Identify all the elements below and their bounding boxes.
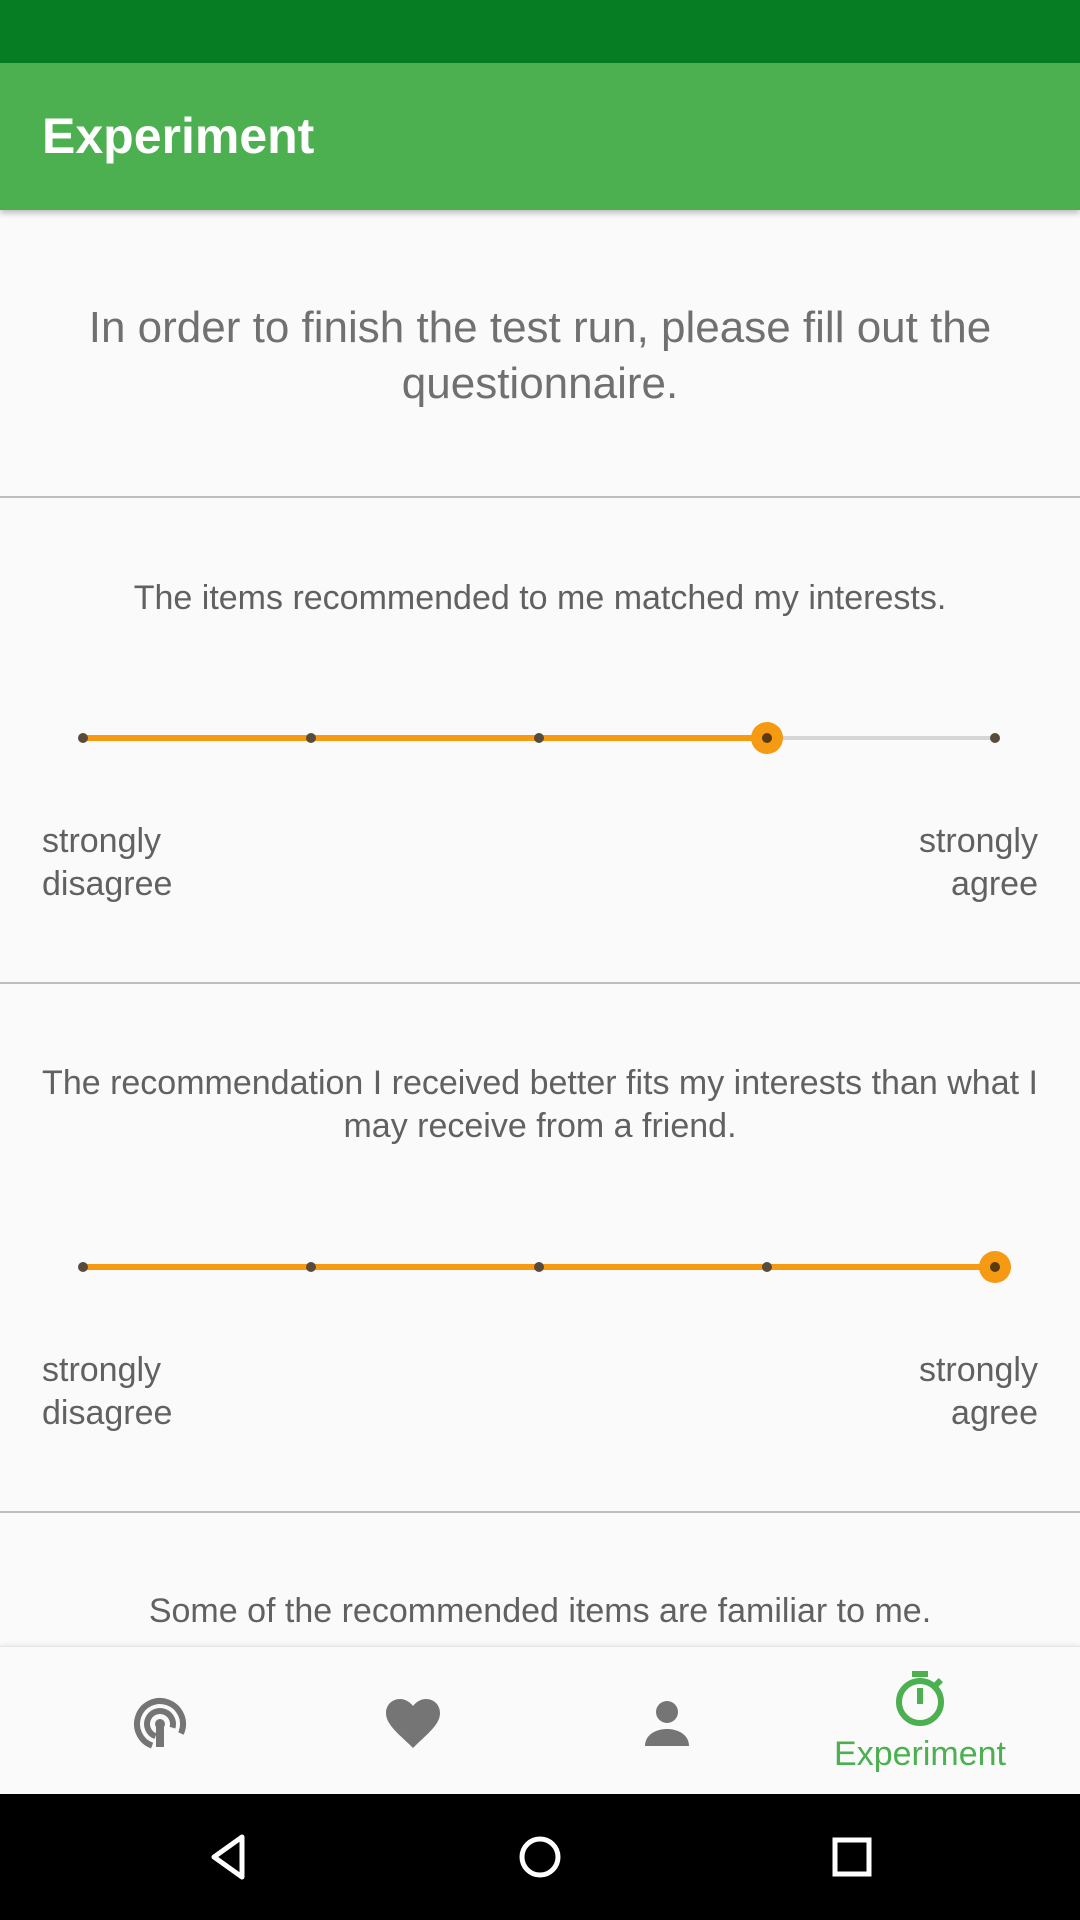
nav-item-experiment-label: Experiment [834, 1735, 1006, 1773]
back-icon[interactable] [198, 1827, 258, 1887]
stopwatch-icon [896, 1671, 944, 1726]
label-max-line-1: strongly [918, 1351, 1038, 1389]
question-2-label-min: strongly disagree [42, 1349, 342, 1435]
question-3-text: Some of the recommended items are famili… [148, 1592, 932, 1630]
divider [0, 1511, 1080, 1513]
questionnaire-scroll-area[interactable]: In order to finish the test run, please … [0, 210, 1080, 1646]
nav-item-experiment[interactable]: Experiment [785, 1647, 1055, 1795]
question-2-slider[interactable] [78, 1247, 1011, 1287]
recents-icon[interactable] [822, 1827, 882, 1887]
label-min-line-1: strongly [42, 822, 162, 860]
slider-step-1[interactable] [78, 733, 88, 743]
slider-step-3[interactable] [534, 733, 544, 743]
label-max-line-2: agree [951, 1394, 1038, 1432]
recommendations-signal-icon [134, 1698, 186, 1750]
slider-step-2[interactable] [306, 1262, 316, 1272]
slider-step-2[interactable] [306, 733, 316, 743]
slider-step-3[interactable] [534, 1262, 544, 1272]
app-bar: Experiment [0, 63, 1080, 210]
bottom-navigation: Experiment [0, 1646, 1080, 1794]
slider-track-fill [83, 735, 767, 741]
divider [0, 496, 1080, 498]
divider [0, 982, 1080, 984]
question-2-text: The recommendation I received better fit… [42, 1064, 1038, 1145]
question-1-label-min: strongly disagree [42, 820, 342, 906]
slider-step-1[interactable] [78, 1262, 88, 1272]
home-icon[interactable] [510, 1827, 570, 1887]
label-max-line-2: agree [951, 865, 1038, 903]
nav-item-recommendations[interactable] [25, 1647, 295, 1795]
question-1-text: The items recommended to me matched my i… [133, 579, 947, 617]
slider-thumb[interactable] [979, 1251, 1011, 1283]
nav-item-favorites[interactable] [278, 1647, 548, 1795]
person-icon [645, 1701, 689, 1746]
system-navigation-bar [0, 1794, 1080, 1920]
heart-icon [386, 1699, 440, 1748]
label-max-line-1: strongly [918, 822, 1038, 860]
slider-thumb[interactable] [751, 722, 783, 754]
question-1-slider[interactable] [78, 718, 1000, 758]
label-min-line-2: disagree [42, 1394, 173, 1432]
label-min-line-2: disagree [42, 865, 173, 903]
intro-text: In order to finish the test run, please … [88, 303, 992, 408]
question-1-label-max: strongly agree [738, 820, 1038, 906]
question-2-label-max: strongly agree [738, 1349, 1038, 1435]
page-title: Experiment [42, 108, 315, 164]
label-min-line-1: strongly [42, 1351, 162, 1389]
slider-step-5[interactable] [990, 733, 1000, 743]
slider-step-4[interactable] [762, 1262, 772, 1272]
status-bar [0, 0, 1080, 63]
nav-item-profile[interactable] [532, 1647, 802, 1795]
